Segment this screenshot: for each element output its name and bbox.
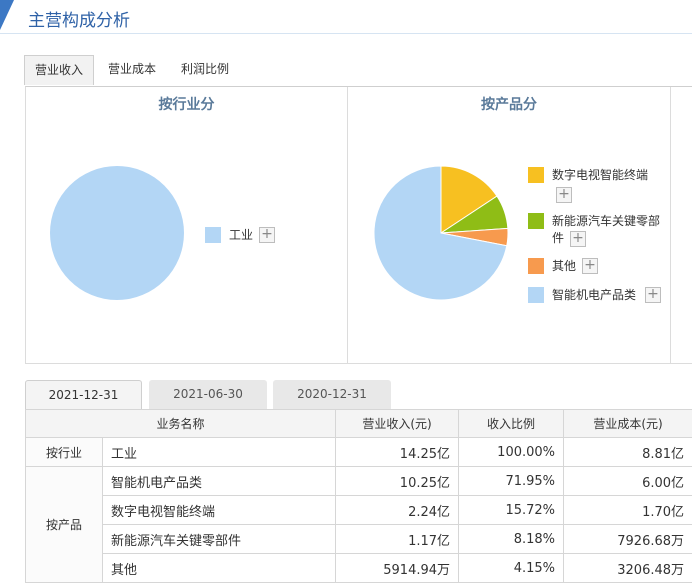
expand-plus-icon[interactable]: + — [556, 187, 572, 203]
ratio-value: 4.15% — [458, 553, 565, 583]
industry-pie — [50, 166, 184, 300]
chart-panel: 按行业分 工业 + 按产品分 数字电视智能终端 + 新能源汽车关键零部 件 + — [25, 86, 692, 364]
ratio-value: 15.72% — [458, 495, 565, 525]
legend-label: 数字电视智能终端 — [552, 168, 649, 182]
product-chart-title: 按产品分 — [481, 97, 537, 113]
date-tab-2021-12-31[interactable]: 2021-12-31 — [25, 380, 142, 409]
business-name: 工业 — [101, 437, 337, 467]
expand-plus-icon[interactable]: + — [645, 287, 661, 303]
table-row: 新能源汽车关键零部件 1.17亿 8.18% 7926.68万 — [26, 524, 692, 554]
expand-plus-icon[interactable]: + — [570, 231, 586, 247]
product-pie — [373, 165, 509, 301]
business-name: 智能机电产品类 — [101, 466, 337, 496]
revenue-value: 14.25亿 — [335, 437, 460, 467]
tab-revenue[interactable]: 营业收入 — [24, 55, 95, 85]
table-header-row: 业务名称 营业收入(元) 收入比例 营业成本(元) — [24, 409, 692, 438]
revenue-value: 10.25亿 — [335, 466, 460, 496]
header-business-name: 业务名称 — [24, 409, 337, 438]
cost-value: 6.00亿 — [563, 466, 692, 496]
revenue-value: 1.17亿 — [335, 524, 460, 554]
cost-value: 7926.68万 — [563, 524, 692, 554]
ratio-value: 8.18% — [458, 524, 565, 554]
pie-slice-1 — [50, 166, 184, 300]
header-accent-mark — [0, 0, 14, 30]
revenue-value: 5914.94万 — [335, 553, 460, 583]
table-row: 数字电视智能终端 2.24亿 15.72% 1.70亿 — [26, 495, 692, 525]
business-name: 数字电视智能终端 — [101, 495, 337, 525]
product-chart: 按产品分 数字电视智能终端 + 新能源汽车关键零部 件 + 其他 + 智能机电产… — [348, 87, 671, 363]
product-legend: 数字电视智能终端 + 新能源汽车关键零部 件 + 其他 + 智能机电产品类 + — [528, 167, 671, 307]
legend-label: 工业 — [229, 228, 254, 242]
industry-chart-title: 按行业分 — [158, 97, 215, 113]
tab-cost[interactable]: 营业成本 — [98, 55, 166, 85]
table-row: 按产品 智能机电产品类 10.25亿 71.95% 6.00亿 — [25, 466, 692, 583]
table-row: 其他 5914.94万 4.15% 3206.48万 — [26, 553, 692, 583]
cost-value: 3206.48万 — [563, 553, 692, 583]
ratio-value: 71.95% — [458, 466, 565, 496]
header-revenue: 营业收入(元) — [335, 409, 460, 438]
header-cost: 营业成本(元) — [563, 409, 692, 438]
business-name: 新能源汽车关键零部件 — [101, 524, 337, 554]
legend-label-line2: 件 — [552, 231, 565, 245]
group-label: 按行业 — [25, 437, 103, 467]
revenue-value: 2.24亿 — [335, 495, 460, 525]
legend-swatch — [528, 167, 544, 183]
legend-label: 智能机电产品类 — [552, 288, 637, 302]
business-composition-table: 业务名称 营业收入(元) 收入比例 营业成本(元) 按行业 工业 14.25亿 … — [24, 409, 692, 583]
date-tab-2021-06-30[interactable]: 2021-06-30 — [149, 380, 267, 409]
table-row: 按行业 工业 14.25亿 100.00% 8.81亿 — [25, 437, 692, 467]
tab-profit-ratio[interactable]: 利润比例 — [171, 55, 239, 85]
date-tab-2020-12-31[interactable]: 2020-12-31 — [273, 380, 391, 409]
legend-swatch — [528, 258, 544, 274]
legend-label-line1: 新能源汽车关键零部 — [552, 214, 661, 228]
legend-swatch — [205, 227, 221, 243]
header-ratio: 收入比例 — [458, 409, 565, 438]
legend-label: 其他 — [552, 259, 577, 273]
revenue-tabs: 营业收入 营业成本 利润比例 — [24, 55, 692, 85]
cost-value: 8.81亿 — [563, 437, 692, 467]
legend-swatch — [528, 287, 544, 303]
legend-swatch — [528, 213, 544, 229]
industry-legend: 工业 + — [205, 227, 345, 247]
group-label: 按产品 — [25, 466, 103, 583]
business-name: 其他 — [101, 553, 337, 583]
cost-value: 1.70亿 — [563, 495, 692, 525]
page-title: 主营构成分析 — [28, 11, 130, 31]
expand-plus-icon[interactable]: + — [582, 258, 598, 274]
page-header: 主营构成分析 — [0, 0, 692, 34]
industry-chart: 按行业分 工业 + — [26, 87, 348, 363]
ratio-value: 100.00% — [458, 437, 565, 467]
expand-plus-icon[interactable]: + — [259, 227, 275, 243]
